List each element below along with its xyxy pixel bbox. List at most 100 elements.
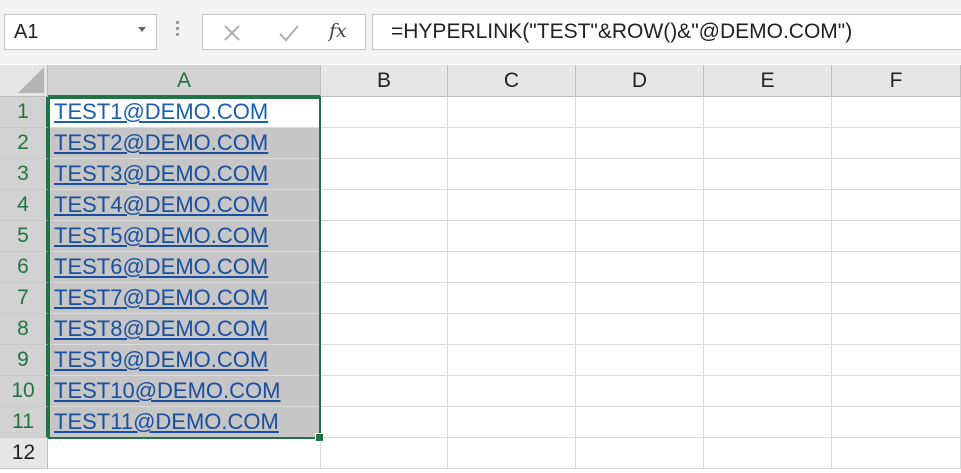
hyperlink[interactable]: TEST3@DEMO.COM [54, 161, 268, 187]
cell-b1[interactable] [321, 97, 448, 128]
cell-e9[interactable] [704, 345, 832, 376]
row-header-6[interactable]: 6 [0, 252, 48, 283]
column-header-d[interactable]: D [576, 65, 704, 97]
cell-a12[interactable] [48, 438, 321, 469]
cell-f8[interactable] [832, 314, 961, 345]
select-all-button[interactable] [0, 65, 48, 97]
hyperlink[interactable]: TEST8@DEMO.COM [54, 316, 268, 342]
cell-c12[interactable] [448, 438, 576, 469]
row-header-2[interactable]: 2 [0, 128, 48, 159]
cell-a10[interactable]: TEST10@DEMO.COM [48, 376, 321, 407]
cell-f10[interactable] [832, 376, 961, 407]
cell-e12[interactable] [704, 438, 832, 469]
cell-e2[interactable] [704, 128, 832, 159]
cell-d10[interactable] [576, 376, 704, 407]
cell-b3[interactable] [321, 159, 448, 190]
cell-d11[interactable] [576, 407, 704, 438]
cell-e7[interactable] [704, 283, 832, 314]
cancel-button[interactable] [209, 15, 255, 49]
cell-e5[interactable] [704, 221, 832, 252]
drag-handle-icon[interactable] [176, 21, 180, 39]
cell-c7[interactable] [448, 283, 576, 314]
cell-a7[interactable]: TEST7@DEMO.COM [48, 283, 321, 314]
cell-e3[interactable] [704, 159, 832, 190]
row-header-1[interactable]: 1 [0, 97, 48, 128]
cell-b4[interactable] [321, 190, 448, 221]
cell-b2[interactable] [321, 128, 448, 159]
column-header-f[interactable]: F [832, 65, 961, 97]
cell-c2[interactable] [448, 128, 576, 159]
cell-e8[interactable] [704, 314, 832, 345]
enter-button[interactable] [265, 15, 311, 49]
cell-b12[interactable] [321, 438, 448, 469]
cell-c9[interactable] [448, 345, 576, 376]
hyperlink[interactable]: TEST7@DEMO.COM [54, 285, 268, 311]
hyperlink[interactable]: TEST6@DEMO.COM [54, 254, 268, 280]
cell-d2[interactable] [576, 128, 704, 159]
cell-a3[interactable]: TEST3@DEMO.COM [48, 159, 321, 190]
cell-f11[interactable] [832, 407, 961, 438]
cell-f6[interactable] [832, 252, 961, 283]
hyperlink[interactable]: TEST2@DEMO.COM [54, 130, 268, 156]
cell-c6[interactable] [448, 252, 576, 283]
name-box[interactable]: A1 [4, 14, 157, 50]
hyperlink[interactable]: TEST9@DEMO.COM [54, 347, 268, 373]
cell-a6[interactable]: TEST6@DEMO.COM [48, 252, 321, 283]
cell-f7[interactable] [832, 283, 961, 314]
cell-c5[interactable] [448, 221, 576, 252]
cell-c8[interactable] [448, 314, 576, 345]
cell-f9[interactable] [832, 345, 961, 376]
row-header-12[interactable]: 12 [0, 438, 48, 469]
cell-d5[interactable] [576, 221, 704, 252]
cell-c1[interactable] [448, 97, 576, 128]
cell-e1[interactable] [704, 97, 832, 128]
cell-e11[interactable] [704, 407, 832, 438]
cell-a8[interactable]: TEST8@DEMO.COM [48, 314, 321, 345]
cell-e10[interactable] [704, 376, 832, 407]
cell-b10[interactable] [321, 376, 448, 407]
cell-d3[interactable] [576, 159, 704, 190]
cell-d9[interactable] [576, 345, 704, 376]
cell-d1[interactable] [576, 97, 704, 128]
cell-c4[interactable] [448, 190, 576, 221]
row-header-7[interactable]: 7 [0, 283, 48, 314]
cell-f4[interactable] [832, 190, 961, 221]
hyperlink[interactable]: TEST1@DEMO.COM [54, 99, 268, 125]
column-header-b[interactable]: B [321, 65, 448, 97]
cell-b11[interactable] [321, 407, 448, 438]
row-header-4[interactable]: 4 [0, 190, 48, 221]
chevron-down-icon[interactable] [138, 27, 146, 32]
cell-f5[interactable] [832, 221, 961, 252]
cell-a9[interactable]: TEST9@DEMO.COM [48, 345, 321, 376]
cell-a2[interactable]: TEST2@DEMO.COM [48, 128, 321, 159]
cell-c10[interactable] [448, 376, 576, 407]
insert-function-button[interactable]: fx [329, 20, 347, 42]
row-header-5[interactable]: 5 [0, 221, 48, 252]
cell-d6[interactable] [576, 252, 704, 283]
cell-a11[interactable]: TEST11@DEMO.COM [48, 407, 321, 438]
cell-e6[interactable] [704, 252, 832, 283]
hyperlink[interactable]: TEST10@DEMO.COM [54, 378, 280, 404]
cell-b9[interactable] [321, 345, 448, 376]
cell-a1[interactable]: TEST1@DEMO.COM [48, 97, 321, 128]
column-header-e[interactable]: E [704, 65, 832, 97]
cell-f3[interactable] [832, 159, 961, 190]
cell-b7[interactable] [321, 283, 448, 314]
column-header-c[interactable]: C [448, 65, 576, 97]
cell-b6[interactable] [321, 252, 448, 283]
fill-handle[interactable] [315, 433, 324, 442]
cell-f12[interactable] [832, 438, 961, 469]
row-header-10[interactable]: 10 [0, 376, 48, 407]
cell-d8[interactable] [576, 314, 704, 345]
cell-b8[interactable] [321, 314, 448, 345]
cell-d4[interactable] [576, 190, 704, 221]
cell-c3[interactable] [448, 159, 576, 190]
cell-a5[interactable]: TEST5@DEMO.COM [48, 221, 321, 252]
row-header-3[interactable]: 3 [0, 159, 48, 190]
cell-f1[interactable] [832, 97, 961, 128]
hyperlink[interactable]: TEST4@DEMO.COM [54, 192, 268, 218]
cell-c11[interactable] [448, 407, 576, 438]
cell-b5[interactable] [321, 221, 448, 252]
cell-d12[interactable] [576, 438, 704, 469]
hyperlink[interactable]: TEST5@DEMO.COM [54, 223, 268, 249]
